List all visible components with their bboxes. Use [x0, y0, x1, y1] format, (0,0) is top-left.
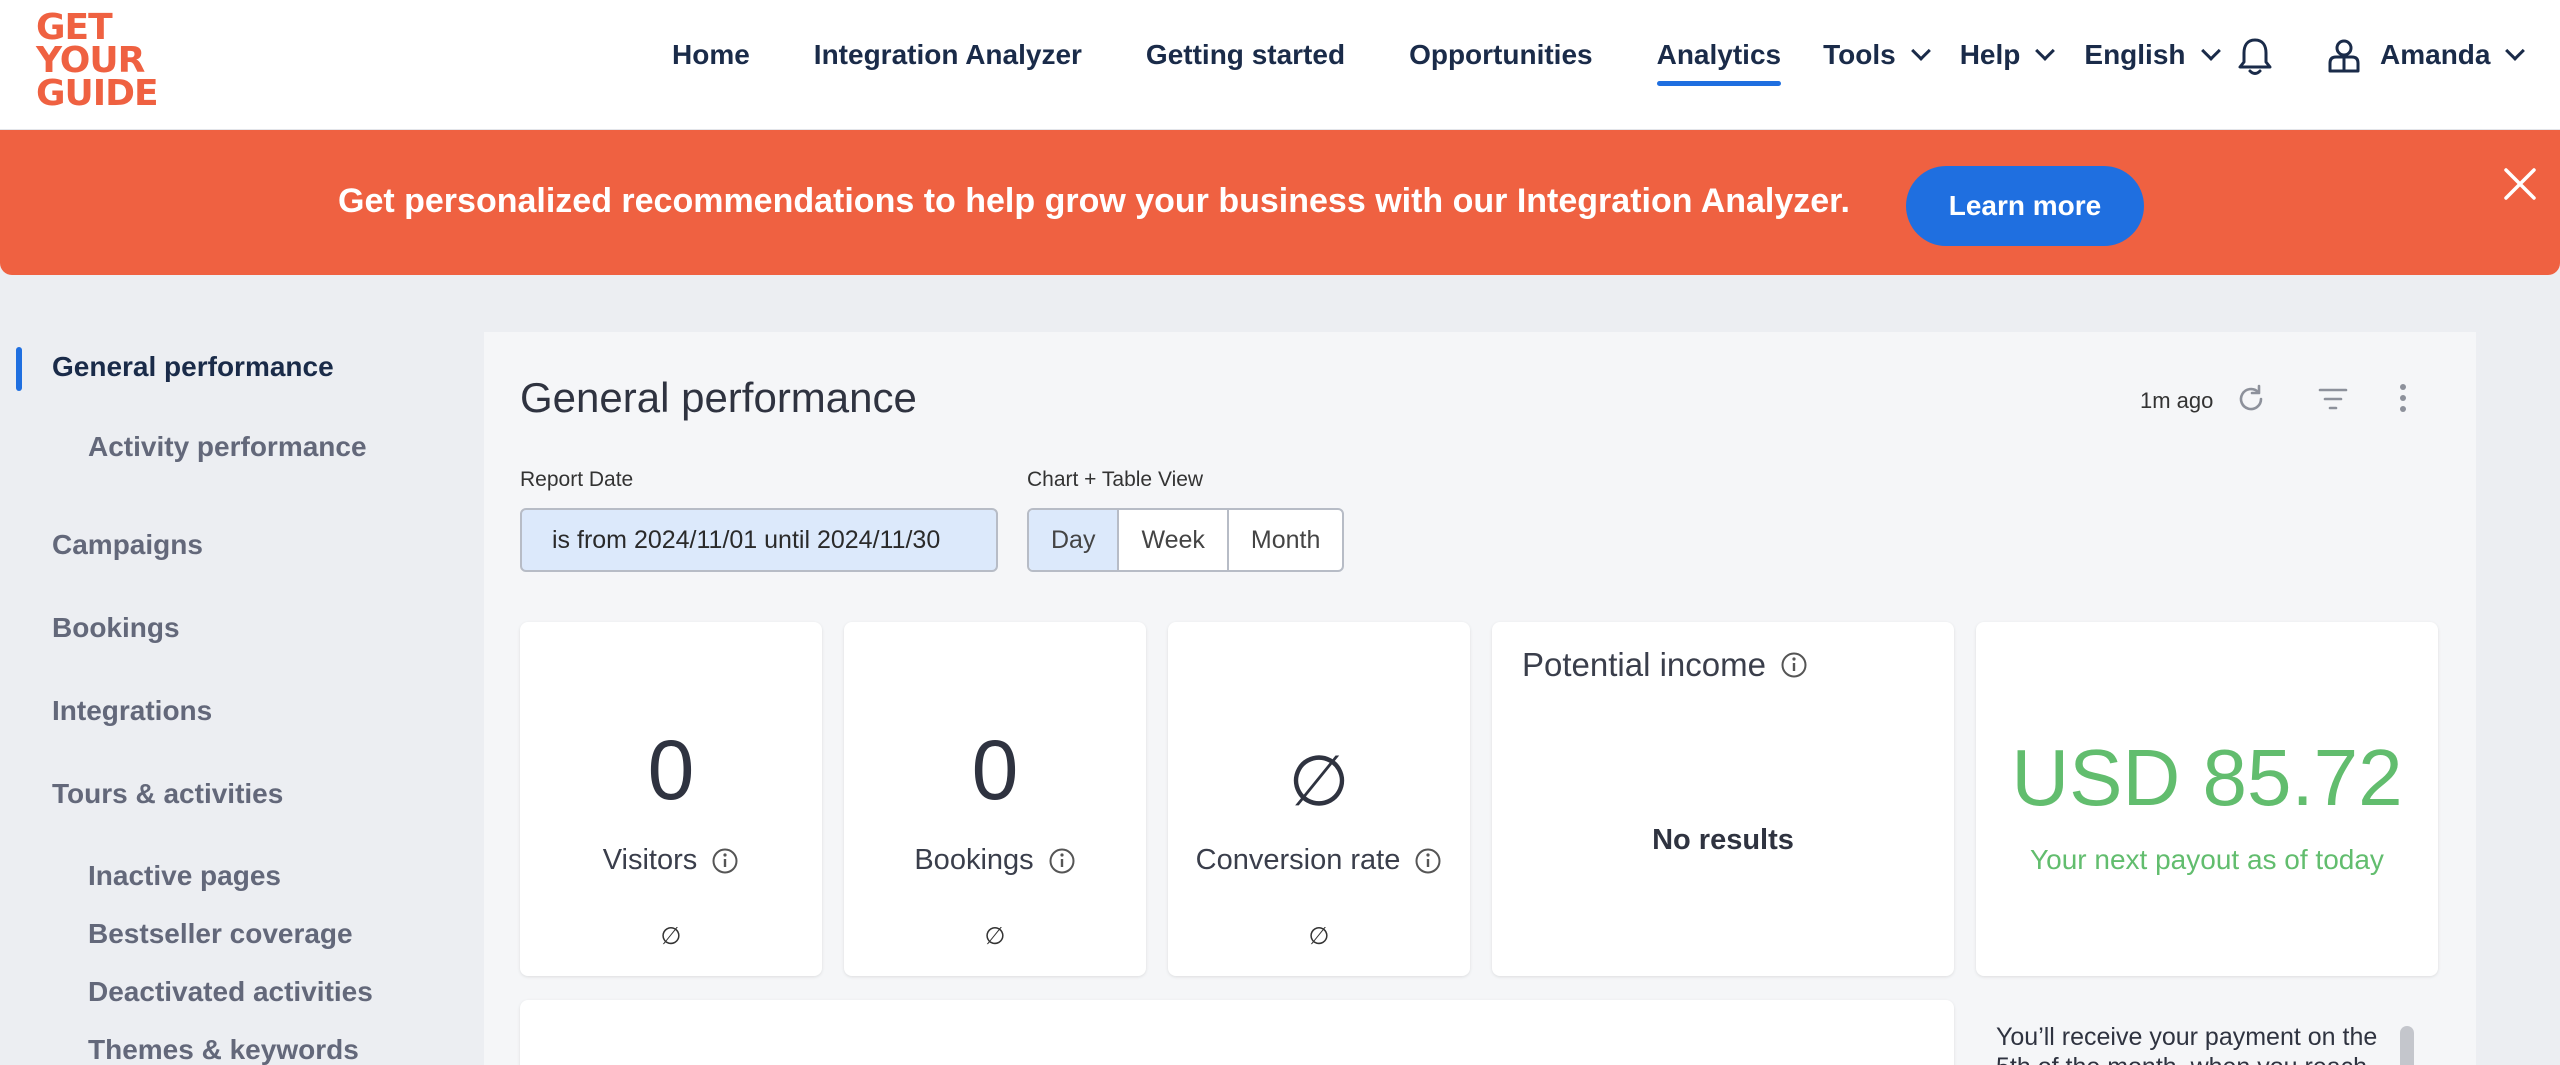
visitors-card: 0 Visitors ∅: [520, 622, 822, 976]
learn-more-button[interactable]: Learn more: [1906, 166, 2144, 246]
active-indicator: [16, 347, 22, 391]
sidebar-item-integrations[interactable]: Integrations: [52, 695, 212, 727]
sidebar-item-bestseller-coverage[interactable]: Bestseller coverage: [88, 918, 353, 950]
filter-icon[interactable]: [2318, 386, 2348, 412]
bookings-comparison: ∅: [984, 923, 1006, 950]
report-date-label: Report Date: [520, 468, 634, 491]
bookings-card: 0 Bookings ∅: [844, 622, 1146, 976]
sidebar-item-inactive-pages[interactable]: Inactive pages: [88, 860, 281, 892]
nav-integration-analyzer[interactable]: Integration Analyzer: [782, 0, 1114, 110]
user-menu[interactable]: Amanda: [2326, 32, 2526, 78]
info-icon[interactable]: [1780, 651, 1808, 679]
nav-home[interactable]: Home: [640, 0, 782, 110]
user-account-icon: [2328, 39, 2360, 73]
potential-income-card: Potential income No results: [1492, 622, 1954, 976]
view-week-button[interactable]: Week: [1119, 510, 1229, 570]
report-date-filter[interactable]: is from 2024/11/01 until 2024/11/30: [520, 508, 998, 572]
visitors-value: 0: [647, 723, 695, 817]
getyourguide-logo[interactable]: GET YOUR GUIDE: [36, 10, 166, 112]
dashboard-panel: General performance 1m ago Report Date i…: [484, 332, 2476, 1065]
view-label: Chart + Table View: [1027, 468, 1204, 491]
scrollbar[interactable]: [2400, 1026, 2414, 1065]
sidebar-item-tours-activities[interactable]: Tours & activities: [52, 778, 283, 810]
no-results-message: No results: [1652, 824, 1794, 856]
sidebar-item-bookings[interactable]: Bookings: [52, 612, 180, 644]
notification-bell-icon[interactable]: [2236, 36, 2274, 76]
payout-amount: USD 85.72: [2011, 733, 2403, 822]
payment-note: You’ll receive your payment on the 5th o…: [1996, 1023, 2378, 1065]
nav-analytics[interactable]: Analytics: [1625, 0, 1814, 110]
nav-getting-started[interactable]: Getting started: [1114, 0, 1377, 110]
analytics-sidebar: General performance Activity performance…: [0, 275, 480, 1065]
potential-income-title: Potential income: [1522, 646, 1808, 684]
info-icon[interactable]: [1414, 847, 1442, 875]
banner-text: Get personalized recommendations to help…: [338, 182, 1850, 220]
user-name: Amanda: [2380, 39, 2491, 70]
chevron-down-icon: [2035, 41, 2056, 61]
chevron-down-icon: [1910, 41, 1931, 61]
sidebar-item-campaigns[interactable]: Campaigns: [52, 529, 203, 561]
sidebar-item-activity-performance[interactable]: Activity performance: [88, 431, 367, 463]
conversion-rate-label: Conversion rate: [1168, 844, 1470, 877]
promo-banner: Get personalized recommendations to help…: [0, 130, 2560, 275]
payout-card: USD 85.72 Your next payout as of today: [1976, 622, 2438, 976]
chevron-down-icon: [2200, 41, 2221, 61]
conversion-rate-card: ∅ Conversion rate ∅: [1168, 622, 1470, 976]
payout-caption: Your next payout as of today: [2030, 844, 2384, 875]
info-icon[interactable]: [1048, 847, 1076, 875]
info-icon[interactable]: [711, 847, 739, 875]
nav-opportunities[interactable]: Opportunities: [1377, 0, 1625, 110]
refresh-icon[interactable]: [2236, 384, 2266, 414]
chevron-down-icon: [2505, 41, 2526, 61]
nav-help-dropdown[interactable]: Help: [1950, 0, 2075, 110]
bookings-value: 0: [971, 723, 1019, 817]
bookings-label: Bookings: [844, 844, 1146, 877]
top-header: GET YOUR GUIDE Home Integration Analyzer…: [0, 0, 2560, 130]
view-toggle: Day Week Month: [1027, 508, 1345, 572]
page-title: General performance: [520, 374, 917, 421]
visitors-comparison: ∅: [660, 923, 682, 950]
visitors-label: Visitors: [520, 844, 822, 877]
last-updated: 1m ago: [2140, 388, 2214, 413]
nav-tools-dropdown[interactable]: Tools: [1813, 0, 1950, 110]
conversion-rate-comparison: ∅: [1308, 923, 1330, 950]
sidebar-item-themes-keywords[interactable]: Themes & keywords: [88, 1034, 359, 1065]
more-options-icon[interactable]: [2398, 382, 2408, 414]
performance-chart-card: [520, 1000, 1954, 1065]
sidebar-item-general-performance[interactable]: General performance: [52, 351, 334, 383]
view-month-button[interactable]: Month: [1229, 510, 1342, 570]
language-dropdown[interactable]: English: [2074, 0, 2239, 110]
conversion-rate-value: ∅: [1288, 742, 1350, 820]
close-icon[interactable]: [2500, 164, 2540, 204]
view-day-button[interactable]: Day: [1029, 510, 1120, 570]
main-nav: Home Integration Analyzer Getting starte…: [640, 0, 2240, 110]
sidebar-item-deactivated-activities[interactable]: Deactivated activities: [88, 976, 373, 1008]
